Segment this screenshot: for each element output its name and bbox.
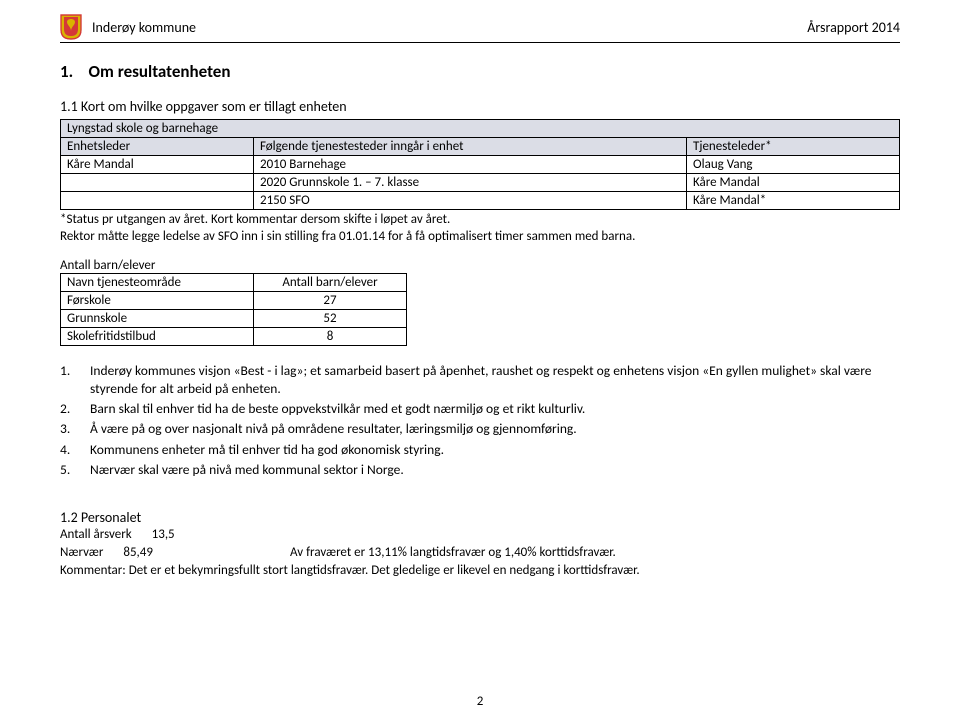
- years-row: Antall årsverk 13,5: [60, 526, 175, 544]
- section-1-text: Om resultatenheten: [89, 61, 231, 82]
- table-row: Førskole 27: [61, 291, 407, 309]
- years-value: 13,5: [152, 526, 175, 544]
- area-cell: Førskole: [61, 291, 254, 309]
- comment-text: Kommentar: Det er et bekymringsfullt sto…: [60, 563, 900, 578]
- serviceleader-cell: Olaug Vang: [687, 156, 900, 174]
- count-cell: 27: [254, 291, 407, 309]
- report-title: Årsrapport 2014: [807, 19, 900, 36]
- municipality-crest-icon: [60, 14, 82, 40]
- section-1-1-heading: 1.1 Kort om hvilke oppgaver som er tilla…: [60, 98, 900, 115]
- item-num: 2.: [60, 400, 90, 418]
- presence-label: Nærvær: [60, 544, 103, 562]
- unit-name-cell: Lyngstad skole og barnehage: [61, 120, 900, 138]
- children-table: Navn tjenesteområde Antall barn/elever F…: [60, 273, 407, 346]
- col-header-leader: Enhetsleder: [61, 138, 254, 156]
- table-row: Grunnskole 52: [61, 309, 407, 327]
- leader-cell: Kåre Mandal: [61, 156, 254, 174]
- item-num: 3.: [60, 420, 90, 438]
- absence-text: Av fraværet er 13,11% langtidsfravær og …: [290, 544, 616, 562]
- children-label: Antall barn/elever: [60, 258, 900, 273]
- area-cell: Grunnskole: [61, 309, 254, 327]
- list-item: 3. Å være på og over nasjonalt nivå på o…: [60, 420, 900, 438]
- list-item: 1. Inderøy kommunes visjon «Best - i lag…: [60, 362, 900, 398]
- page-header: Inderøy kommune Årsrapport 2014: [60, 14, 900, 43]
- page-number: 2: [0, 694, 960, 709]
- item-num: 1.: [60, 362, 90, 398]
- item-num: 5.: [60, 461, 90, 479]
- table-row: Lyngstad skole og barnehage: [61, 120, 900, 138]
- numbered-list: 1. Inderøy kommunes visjon «Best - i lag…: [60, 362, 900, 479]
- section-1-heading: 1. Om resultatenheten: [60, 61, 900, 82]
- footnote-line: Rektor måtte legge ledelse av SFO inn i …: [60, 229, 900, 246]
- table-row: Navn tjenesteområde Antall barn/elever: [61, 273, 407, 291]
- count-cell: 52: [254, 309, 407, 327]
- unit-table: Lyngstad skole og barnehage Enhetsleder …: [60, 119, 900, 210]
- area-cell: Skolefritidstilbud: [61, 327, 254, 345]
- item-text: Kommunens enheter må til enhver tid ha g…: [90, 441, 444, 459]
- footnote-line: *Status pr utgangen av året. Kort kommen…: [60, 212, 900, 229]
- col-header-count: Antall barn/elever: [254, 273, 407, 291]
- table-row: 2150 SFO Kåre Mandal*: [61, 192, 900, 210]
- table-row: Enhetsleder Følgende tjenestesteder inng…: [61, 138, 900, 156]
- section-1-num: 1.: [60, 61, 73, 82]
- item-num: 4.: [60, 441, 90, 459]
- col-header-serviceleader: Tjenesteleder*: [687, 138, 900, 156]
- service-cell: 2020 Grunnskole 1. – 7. klasse: [254, 174, 687, 192]
- col-header-services: Følgende tjenestesteder inngår i enhet: [254, 138, 687, 156]
- service-cell: 2150 SFO: [254, 192, 687, 210]
- municipality-name: Inderøy kommune: [92, 19, 807, 36]
- item-text: Inderøy kommunes visjon «Best - i lag»; …: [90, 362, 900, 398]
- serviceleader-cell: Kåre Mandal*: [687, 192, 900, 210]
- presence-value: 85,49: [123, 544, 153, 562]
- count-cell: 8: [254, 327, 407, 345]
- item-text: Nærvær skal være på nivå med kommunal se…: [90, 461, 404, 479]
- section-1-2-heading: 1.2 Personalet: [60, 509, 900, 526]
- table-row: 2020 Grunnskole 1. – 7. klasse Kåre Mand…: [61, 174, 900, 192]
- list-item: 4. Kommunens enheter må til enhver tid h…: [60, 441, 900, 459]
- table-footnote: *Status pr utgangen av året. Kort kommen…: [60, 212, 900, 246]
- col-header-area: Navn tjenesteområde: [61, 273, 254, 291]
- list-item: 2. Barn skal til enhver tid ha de beste …: [60, 400, 900, 418]
- item-text: Barn skal til enhver tid ha de beste opp…: [90, 400, 585, 418]
- presence-row: Nærvær 85,49 Av fraværet er 13,11% langt…: [60, 544, 900, 562]
- table-row: Kåre Mandal 2010 Barnehage Olaug Vang: [61, 156, 900, 174]
- serviceleader-cell: Kåre Mandal: [687, 174, 900, 192]
- list-item: 5. Nærvær skal være på nivå med kommunal…: [60, 461, 900, 479]
- service-cell: 2010 Barnehage: [254, 156, 687, 174]
- item-text: Å være på og over nasjonalt nivå på områ…: [90, 420, 577, 438]
- table-row: Skolefritidstilbud 8: [61, 327, 407, 345]
- years-label: Antall årsverk: [60, 526, 132, 544]
- personnel-block: Antall årsverk 13,5: [60, 526, 900, 544]
